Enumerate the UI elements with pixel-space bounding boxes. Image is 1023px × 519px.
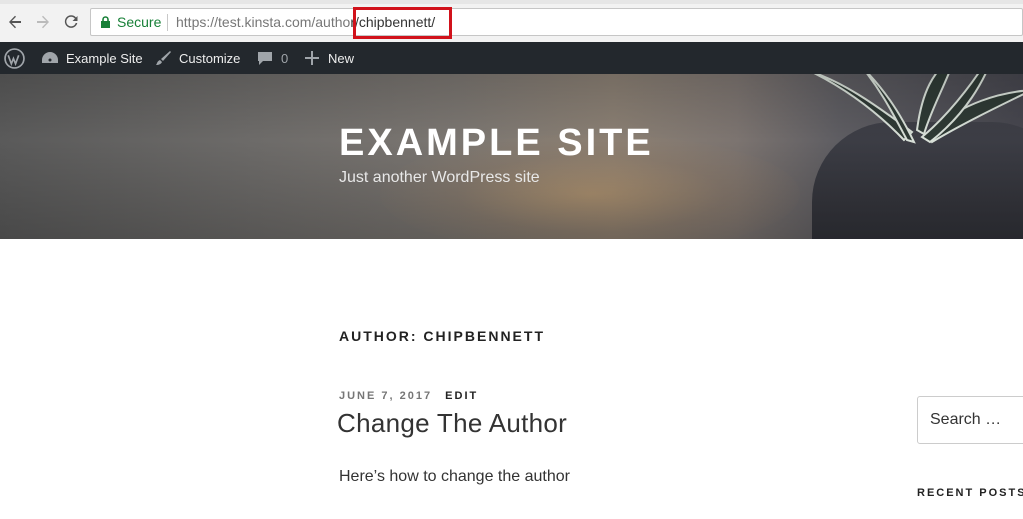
search-input[interactable]: Search …: [917, 396, 1023, 444]
secure-label: Secure: [117, 14, 162, 30]
site-name-label: Example Site: [66, 50, 143, 66]
customize-label: Customize: [179, 50, 241, 66]
edit-link[interactable]: EDIT: [445, 390, 478, 402]
site-header: EXAMPLE SITE Just another WordPress site: [0, 74, 1023, 239]
url-text[interactable]: https://test.kinsta.com/author/chipbenne…: [176, 14, 435, 30]
comment-bubble-icon: [258, 52, 272, 65]
site-tagline: Just another WordPress site: [339, 169, 540, 186]
admin-bar-new[interactable]: New: [305, 42, 354, 74]
admin-bar-comments[interactable]: 0: [257, 42, 288, 74]
back-button[interactable]: [6, 13, 24, 31]
post-meta: JUNE 7, 2017 EDIT: [339, 390, 478, 402]
post-title-link[interactable]: Change The Author: [337, 408, 567, 439]
site-title[interactable]: EXAMPLE SITE: [339, 122, 654, 165]
reload-icon: [64, 15, 78, 28]
post-date-link[interactable]: JUNE 7, 2017: [339, 390, 432, 402]
recent-posts-heading: RECENT POSTS: [917, 487, 1023, 499]
dashboard-gauge-icon: [42, 52, 58, 63]
url-path: r/chipbennett/: [350, 14, 436, 30]
forward-arrow-icon: [37, 15, 49, 29]
url-base: https://test.kinsta.com/autho: [176, 14, 351, 30]
paintbrush-icon: [156, 50, 171, 65]
reload-button[interactable]: [62, 13, 80, 31]
comments-count: 0: [281, 50, 289, 66]
post-excerpt: Here’s how to change the author: [339, 468, 570, 485]
wordpress-logo-icon: [4, 47, 25, 69]
tab-strip: [0, 0, 1023, 4]
forward-button[interactable]: [34, 13, 52, 31]
plus-icon: [305, 51, 319, 65]
back-arrow-icon: [9, 15, 21, 29]
wp-admin-bar: Example Site Customize 0 New: [0, 42, 1023, 74]
browser-toolbar: Secure https://test.kinsta.com/author/ch…: [0, 0, 1023, 43]
address-bar[interactable]: Secure https://test.kinsta.com/author/ch…: [90, 8, 1023, 36]
lock-icon: [101, 16, 110, 28]
admin-bar-site-name[interactable]: Example Site: [41, 42, 143, 74]
admin-bar-customize[interactable]: Customize: [155, 42, 240, 74]
wp-logo-menu[interactable]: [4, 42, 25, 74]
omnibox-separator: [167, 14, 168, 31]
page-title: AUTHOR: CHIPBENNETT: [339, 328, 545, 344]
new-label: New: [328, 50, 355, 66]
